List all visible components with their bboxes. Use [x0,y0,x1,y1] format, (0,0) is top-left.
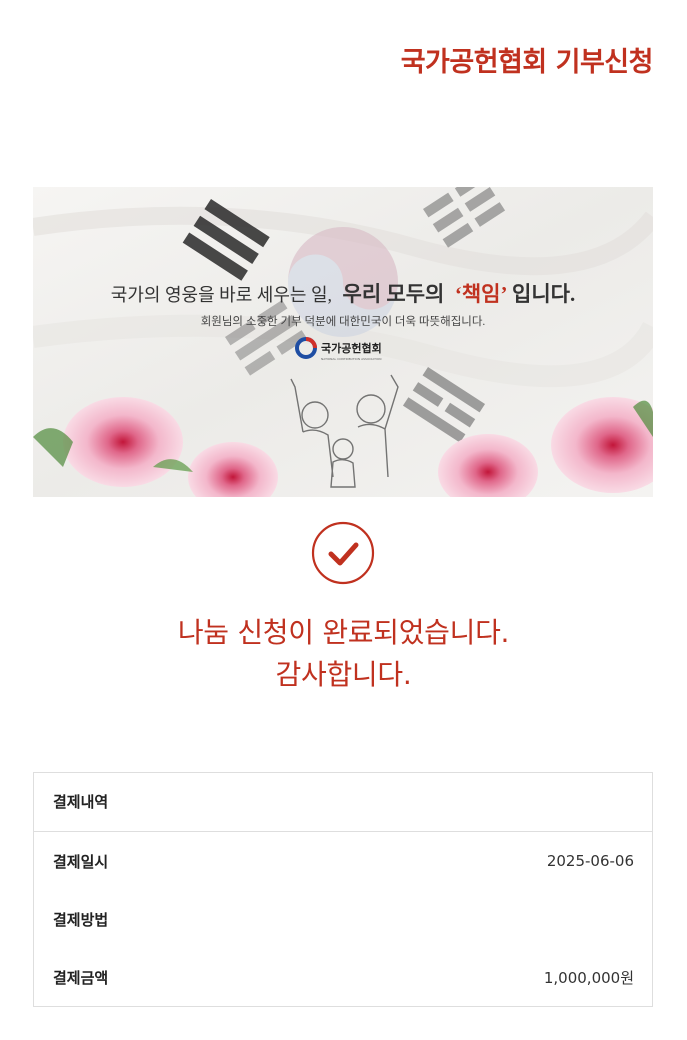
logo-text: 국가공헌협회 [321,341,382,355]
banner-headline-quote: ‘책임’ [455,282,508,306]
check-circle-icon [311,521,375,585]
banner-headline-lead: 국가의 영웅을 바로 세우는 일, [111,285,332,305]
payment-row-method: 결제방법 [34,890,652,948]
completion-line-2: 감사합니다. [275,658,412,691]
banner-headline-tail: 입니다. [512,282,575,306]
payment-details-title: 결제내역 [34,773,652,832]
banner-illustration: 국가의 영웅을 바로 세우는 일, 우리 모두의 ‘책임’ 입니다. 회원님의 … [33,187,653,497]
donation-banner: 국가의 영웅을 바로 세우는 일, 우리 모두의 ‘책임’ 입니다. 회원님의 … [33,187,653,497]
payment-row-amount: 결제금액 1,000,000원 [34,948,652,1006]
logo-subtext: NATIONAL CONTRIBUTION ASSOCIATION [321,357,381,361]
banner-subline: 회원님의 소중한 기부 덕분에 대한민국이 더욱 따뜻해집니다. [201,314,486,328]
payment-method-label: 결제방법 [53,910,109,929]
payment-date-value: 2025-06-06 [546,852,634,870]
svg-text:국가의 영웅을 바로 세우는 일, 우리 모두의: 국가의 영웅을 바로 세우는 일, 우리 모두의 ‘책임’ 입니다. [111,282,575,306]
payment-row-date: 결제일시 2025-06-06 [34,832,652,890]
page-title: 국가공헌협회 기부신청 [400,47,654,78]
payment-amount-label: 결제금액 [53,968,109,987]
completion-message: 나눔 신청이 완료되었습니다. 감사합니다. [0,612,687,696]
payment-date-label: 결제일시 [53,852,109,871]
completion-line-1: 나눔 신청이 완료되었습니다. [177,616,510,649]
banner-headline-strong: 우리 모두의 [343,282,445,306]
payment-amount-value: 1,000,000원 [543,968,634,987]
payment-details: 결제내역 결제일시 2025-06-06 결제방법 결제금액 1,000,000… [33,772,653,1007]
